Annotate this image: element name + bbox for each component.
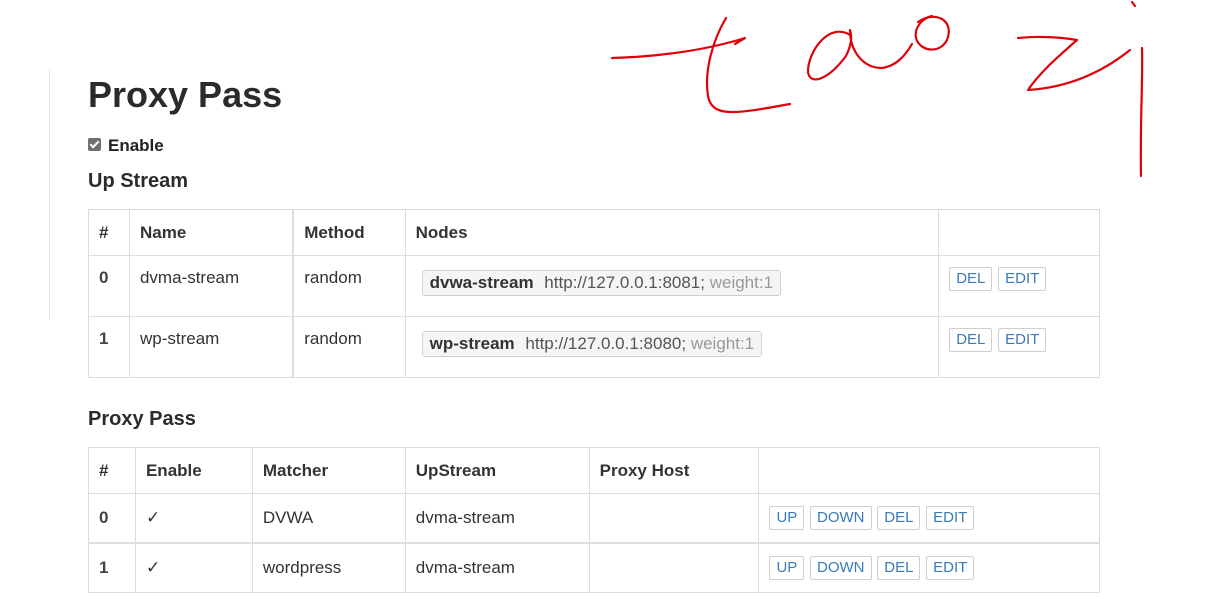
node-weight: weight:1 xyxy=(690,334,755,353)
col-header-name: Name xyxy=(128,209,294,256)
edit-button[interactable]: EDIT xyxy=(926,506,975,530)
up-button[interactable]: UP xyxy=(769,506,805,530)
matcher: wordpress xyxy=(251,542,406,593)
proxy-host xyxy=(588,542,760,593)
enable-toggle[interactable]: Enable xyxy=(88,136,164,156)
col-header-upstream: UpStream xyxy=(404,447,590,494)
scribble-stroke xyxy=(806,28,914,81)
upstream-name: dvma-stream xyxy=(128,255,294,317)
edit-button[interactable]: EDIT xyxy=(926,556,975,580)
row-index: 1 xyxy=(88,316,130,378)
proxy-pass-heading: Proxy Pass xyxy=(88,408,196,430)
scribble-stroke xyxy=(1016,35,1132,92)
scribble-stroke xyxy=(610,36,747,60)
table-row: 0 ✓ DVWA dvma-stream UP DOWN DEL EDIT xyxy=(88,493,1100,544)
scribble-stroke xyxy=(1130,0,1137,8)
proxy-actions: UP DOWN DEL EDIT xyxy=(758,542,1100,593)
proxy-pass-table: # Enable Matcher UpStream Proxy Host 0 ✓… xyxy=(88,447,1100,593)
upstream-actions: DEL EDIT xyxy=(938,316,1100,378)
upstream-table: # Name Method Nodes 0 dvma-stream random… xyxy=(88,209,1100,378)
matcher: DVWA xyxy=(251,493,406,544)
upstream-header-row: # Name Method Nodes xyxy=(88,209,1100,256)
scribble-stroke xyxy=(914,14,950,51)
col-header-actions xyxy=(938,209,1100,256)
upstream-nodes: dvwa-stream http://127.0.0.1:8081; weigh… xyxy=(404,255,940,317)
del-button[interactable]: DEL xyxy=(877,506,921,530)
page: Proxy Pass Enable Up Stream # Name Metho… xyxy=(0,0,1211,613)
upstream-nodes: wp-stream http://127.0.0.1:8080; weight:… xyxy=(404,316,940,378)
upstream-method: random xyxy=(292,255,406,317)
node-address: http://127.0.0.1:8081; xyxy=(544,273,705,292)
proxy-header-row: # Enable Matcher UpStream Proxy Host xyxy=(88,447,1100,494)
scribble-stroke xyxy=(1139,46,1144,178)
col-header-index: # xyxy=(88,447,136,494)
col-header-actions xyxy=(758,447,1100,494)
enabled-check-icon: ✓ xyxy=(134,542,253,593)
node-tag: dvwa-stream http://127.0.0.1:8081; weigh… xyxy=(421,270,782,296)
row-index: 0 xyxy=(88,493,136,544)
edit-button[interactable]: EDIT xyxy=(998,267,1047,291)
del-button[interactable]: DEL xyxy=(949,328,993,352)
row-index: 1 xyxy=(88,542,136,593)
row-index: 0 xyxy=(88,255,130,317)
node-name: wp-stream xyxy=(429,334,515,353)
col-header-proxy-host: Proxy Host xyxy=(588,447,760,494)
upstream-method: random xyxy=(292,316,406,378)
col-header-method: Method xyxy=(292,209,406,256)
col-header-enable: Enable xyxy=(134,447,253,494)
col-header-index: # xyxy=(88,209,130,256)
node-address: http://127.0.0.1:8080; xyxy=(525,334,687,353)
enable-label: Enable xyxy=(108,136,164,155)
node-name: dvwa-stream xyxy=(429,273,534,292)
edit-button[interactable]: EDIT xyxy=(998,328,1047,352)
col-header-nodes: Nodes xyxy=(404,209,940,256)
del-button[interactable]: DEL xyxy=(877,556,921,580)
left-divider xyxy=(49,70,50,320)
table-row: 1 wp-stream random wp-stream http://127.… xyxy=(88,316,1100,378)
enabled-check-icon: ✓ xyxy=(134,493,253,544)
page-title: Proxy Pass xyxy=(88,74,283,115)
upstream-actions: DEL EDIT xyxy=(938,255,1100,317)
down-button[interactable]: DOWN xyxy=(810,506,872,530)
down-button[interactable]: DOWN xyxy=(810,556,872,580)
table-row: 0 dvma-stream random dvwa-stream http://… xyxy=(88,255,1100,317)
table-row: 1 ✓ wordpress dvma-stream UP DOWN DEL ED… xyxy=(88,542,1100,593)
node-tag: wp-stream http://127.0.0.1:8080; weight:… xyxy=(421,331,763,357)
upstream-ref: dvma-stream xyxy=(404,542,590,593)
upstream-heading: Up Stream xyxy=(88,170,189,192)
proxy-actions: UP DOWN DEL EDIT xyxy=(758,493,1100,544)
col-header-matcher: Matcher xyxy=(251,447,406,494)
node-weight: weight:1 xyxy=(709,273,774,292)
proxy-host xyxy=(588,493,760,544)
up-button[interactable]: UP xyxy=(769,556,805,580)
del-button[interactable]: DEL xyxy=(949,267,993,291)
upstream-ref: dvma-stream xyxy=(404,493,590,544)
scribble-stroke xyxy=(705,16,792,114)
upstream-name: wp-stream xyxy=(128,316,294,378)
enable-checkbox[interactable] xyxy=(88,137,101,151)
